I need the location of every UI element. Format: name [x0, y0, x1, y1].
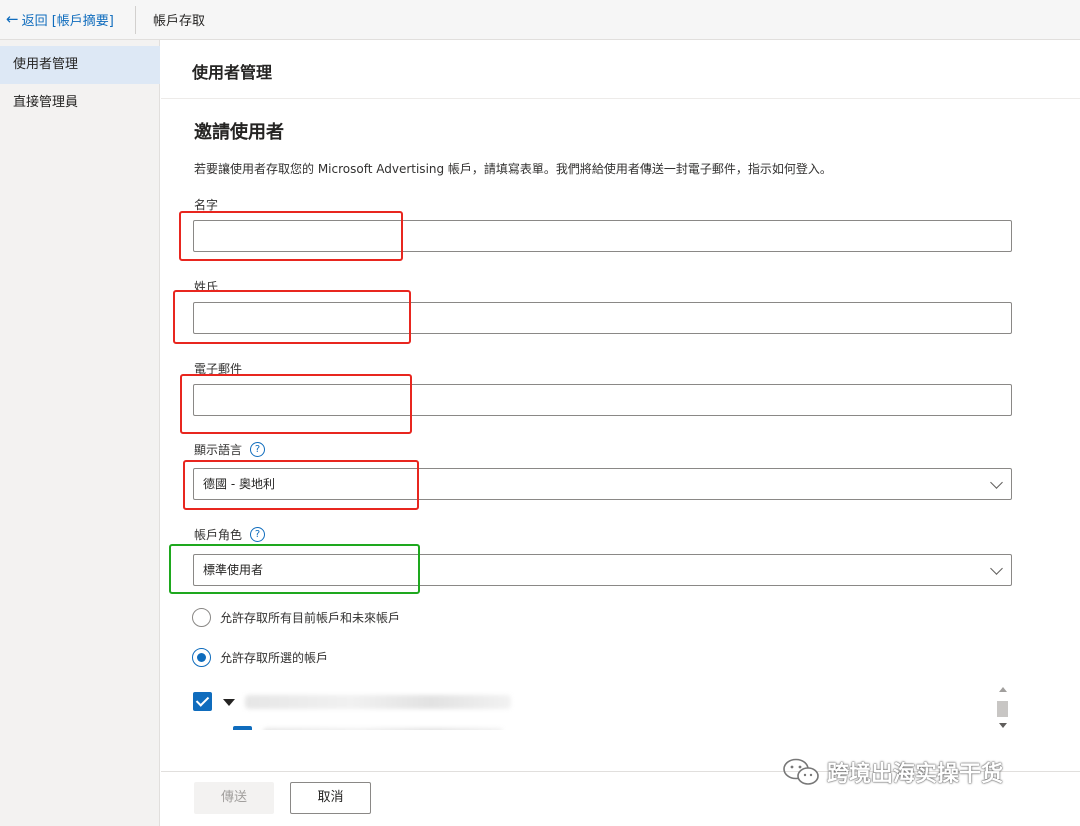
help-icon[interactable]: ?	[250, 442, 266, 457]
last-name-label-text: 姓氏	[194, 280, 219, 294]
radio-selected-accounts-indicator[interactable]	[192, 648, 211, 667]
email-label-text: 電子郵件	[194, 362, 243, 376]
main-content: 使用者管理 邀請使用者 若要讓使用者存取您的 Microsoft Adverti…	[161, 40, 1080, 826]
language-label-text: 顯示語言	[194, 443, 243, 457]
last-name-input[interactable]	[193, 302, 1012, 334]
role-label: 帳戶角色 ?	[194, 526, 266, 543]
email-input[interactable]	[193, 384, 1012, 416]
first-name-input[interactable]	[193, 220, 1012, 252]
email-label: 電子郵件	[194, 360, 242, 377]
chevron-down-icon	[990, 476, 1003, 489]
scroll-thumb[interactable]	[997, 701, 1008, 717]
chevron-down-icon	[990, 562, 1003, 575]
radio-all-accounts-indicator[interactable]	[192, 608, 211, 627]
sidebar-item-user-management[interactable]: 使用者管理	[0, 46, 160, 84]
page-title: 帳戶存取	[153, 14, 206, 29]
form-title: 邀請使用者	[194, 122, 284, 143]
top-divider	[135, 6, 136, 34]
sidebar-item-direct-admins[interactable]: 直接管理員	[0, 84, 160, 122]
account-tree-scrollbar[interactable]	[996, 685, 1010, 733]
redacted-account-name	[245, 695, 511, 709]
role-label-text: 帳戶角色	[194, 528, 243, 542]
watermark-text: 跨境出海实操干货	[827, 762, 1004, 787]
form-description: 若要讓使用者存取您的 Microsoft Advertising 帳戶，請填寫表…	[194, 162, 832, 176]
account-checkbox[interactable]	[193, 692, 212, 711]
help-icon[interactable]: ?	[250, 527, 266, 542]
back-link[interactable]: ← 返回 [帳戶摘要]	[6, 10, 114, 30]
watermark: 跨境出海实操干货	[781, 756, 1003, 788]
radio-selected-accounts[interactable]: 允許存取所選的帳戶	[192, 648, 328, 667]
last-name-label: 姓氏	[194, 278, 218, 295]
arrow-left-icon: ←	[6, 10, 19, 28]
back-link-label: 返回 [帳戶摘要]	[21, 14, 114, 29]
first-name-label-text: 名字	[194, 198, 219, 212]
role-select[interactable]: 標準使用者	[193, 554, 1012, 586]
language-select[interactable]: 德國 - 奧地利	[193, 468, 1012, 500]
scroll-down-icon[interactable]	[999, 723, 1007, 728]
account-tree	[193, 686, 1013, 730]
role-select-value: 標準使用者	[203, 563, 264, 577]
section-divider	[161, 98, 1080, 99]
section-title: 使用者管理	[192, 63, 273, 82]
sidebar: 使用者管理 直接管理員	[0, 40, 160, 826]
sub-account-checkbox[interactable]	[233, 726, 252, 730]
language-label: 顯示語言 ?	[194, 441, 266, 458]
radio-all-accounts[interactable]: 允許存取所有目前帳戶和未來帳戶	[192, 608, 400, 627]
top-bar: ← 返回 [帳戶摘要] 帳戶存取	[0, 0, 1080, 40]
redacted-sub-account-name	[263, 728, 503, 730]
radio-selected-accounts-label: 允許存取所選的帳戶	[220, 651, 329, 665]
wechat-icon	[783, 758, 819, 785]
cancel-button[interactable]: 取消	[290, 782, 371, 814]
first-name-label: 名字	[194, 196, 218, 213]
language-select-value: 德國 - 奧地利	[203, 477, 275, 491]
send-button[interactable]: 傳送	[194, 782, 274, 814]
scroll-up-icon[interactable]	[999, 687, 1007, 692]
radio-all-accounts-label: 允許存取所有目前帳戶和未來帳戶	[220, 611, 401, 625]
caret-down-icon[interactable]	[223, 699, 235, 706]
